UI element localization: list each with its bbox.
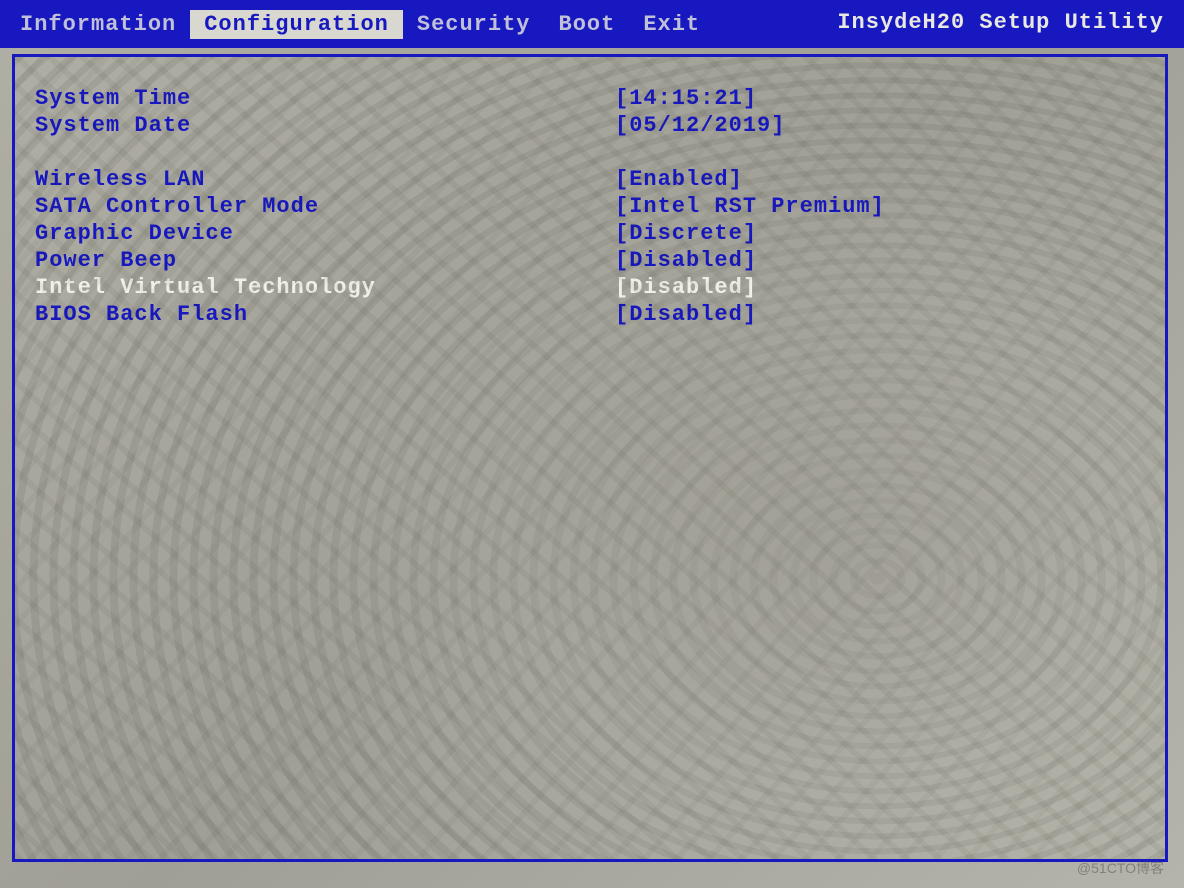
row-system-time[interactable]: System Time [14:15:21] (35, 85, 1145, 112)
row-sata-mode[interactable]: SATA Controller Mode [Intel RST Premium] (35, 193, 1145, 220)
tab-configuration[interactable]: Configuration (190, 10, 403, 39)
row-system-date[interactable]: System Date [05/12/2019] (35, 112, 1145, 139)
value-system-date[interactable]: [05/12/2019] (615, 113, 785, 138)
spacer (35, 139, 1145, 166)
row-power-beep[interactable]: Power Beep [Disabled] (35, 247, 1145, 274)
tab-boot[interactable]: Boot (545, 10, 630, 39)
label-intel-vt: Intel Virtual Technology (35, 275, 615, 300)
utility-title: InsydeH20 Setup Utility (837, 10, 1164, 35)
row-bios-back-flash[interactable]: BIOS Back Flash [Disabled] (35, 301, 1145, 328)
label-graphic-device: Graphic Device (35, 221, 615, 246)
watermark: @51CTO博客 (1077, 858, 1164, 878)
menu-bar: Information Configuration Security Boot … (0, 0, 1184, 48)
label-power-beep: Power Beep (35, 248, 615, 273)
label-system-time: System Time (35, 86, 615, 111)
tab-security[interactable]: Security (403, 10, 545, 39)
label-bios-back-flash: BIOS Back Flash (35, 302, 615, 327)
label-sata-mode: SATA Controller Mode (35, 194, 615, 219)
value-graphic-device[interactable]: [Discrete] (615, 221, 757, 246)
configuration-panel: System Time [14:15:21] System Date [05/1… (12, 54, 1168, 862)
value-wireless-lan[interactable]: [Enabled] (615, 167, 743, 192)
label-system-date: System Date (35, 113, 615, 138)
tab-information[interactable]: Information (6, 10, 190, 39)
value-bios-back-flash[interactable]: [Disabled] (615, 302, 757, 327)
tab-exit[interactable]: Exit (629, 10, 714, 39)
label-wireless-lan: Wireless LAN (35, 167, 615, 192)
value-power-beep[interactable]: [Disabled] (615, 248, 757, 273)
value-system-time[interactable]: [14:15:21] (615, 86, 757, 111)
tab-list: Information Configuration Security Boot … (6, 10, 714, 39)
value-intel-vt[interactable]: [Disabled] (615, 275, 757, 300)
row-wireless-lan[interactable]: Wireless LAN [Enabled] (35, 166, 1145, 193)
value-sata-mode[interactable]: [Intel RST Premium] (615, 194, 885, 219)
bios-screen: Information Configuration Security Boot … (0, 0, 1184, 888)
row-graphic-device[interactable]: Graphic Device [Discrete] (35, 220, 1145, 247)
row-intel-vt[interactable]: Intel Virtual Technology [Disabled] (35, 274, 1145, 301)
